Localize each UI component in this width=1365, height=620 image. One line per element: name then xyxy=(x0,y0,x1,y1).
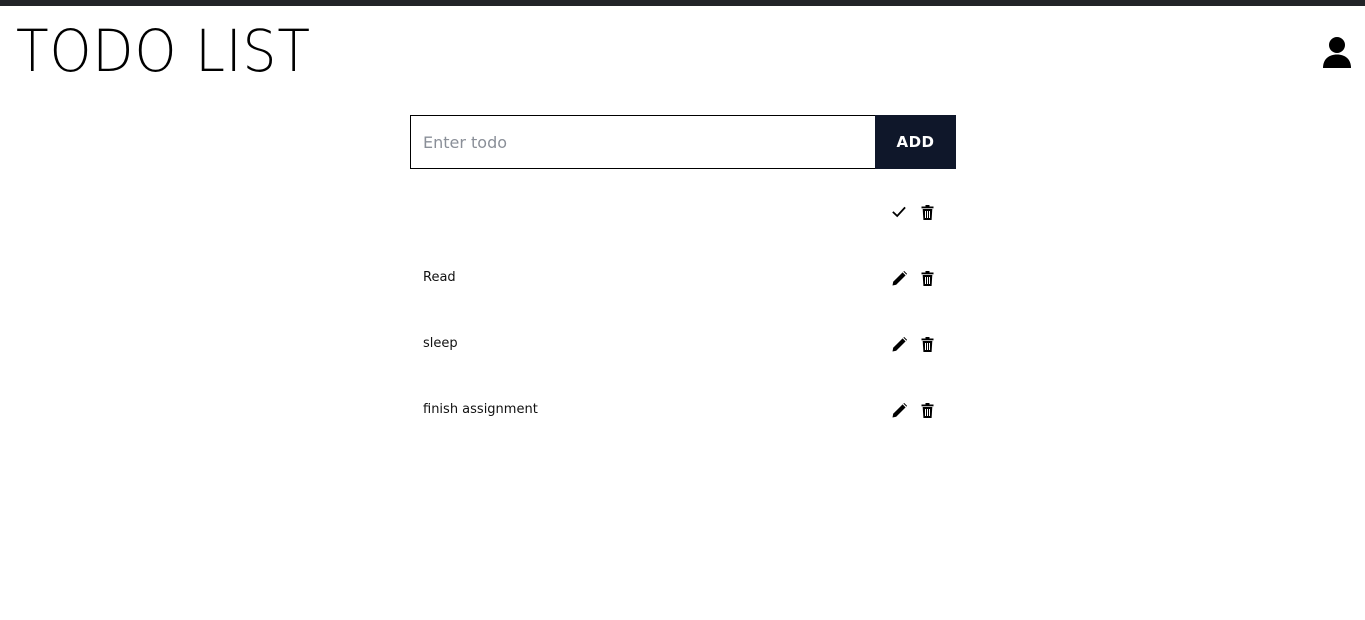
todo-item: Read xyxy=(410,245,956,311)
todo-text: finish assignment xyxy=(423,402,538,417)
todo-form: ADD xyxy=(410,115,956,169)
trash-icon[interactable] xyxy=(919,204,935,220)
todo-item xyxy=(410,179,956,245)
todo-actions xyxy=(891,269,935,287)
check-icon[interactable] xyxy=(891,204,907,220)
pencil-icon[interactable] xyxy=(891,336,907,352)
todo-item: finish assignment xyxy=(410,377,956,443)
trash-icon[interactable] xyxy=(919,270,935,286)
top-bar xyxy=(0,0,1365,6)
page-title: TODO LIST xyxy=(16,17,311,85)
user-icon[interactable] xyxy=(1322,36,1352,68)
todo-text: Read xyxy=(423,270,456,285)
todo-actions xyxy=(891,203,935,221)
add-button[interactable]: ADD xyxy=(875,115,956,169)
todo-actions xyxy=(891,335,935,353)
todo-text: sleep xyxy=(423,336,458,351)
pencil-icon[interactable] xyxy=(891,270,907,286)
todo-item: sleep xyxy=(410,311,956,377)
trash-icon[interactable] xyxy=(919,336,935,352)
todo-input[interactable] xyxy=(410,115,875,169)
todo-list: Read sleep finish assignment xyxy=(410,179,956,443)
trash-icon[interactable] xyxy=(919,402,935,418)
todo-actions xyxy=(891,401,935,419)
pencil-icon[interactable] xyxy=(891,402,907,418)
